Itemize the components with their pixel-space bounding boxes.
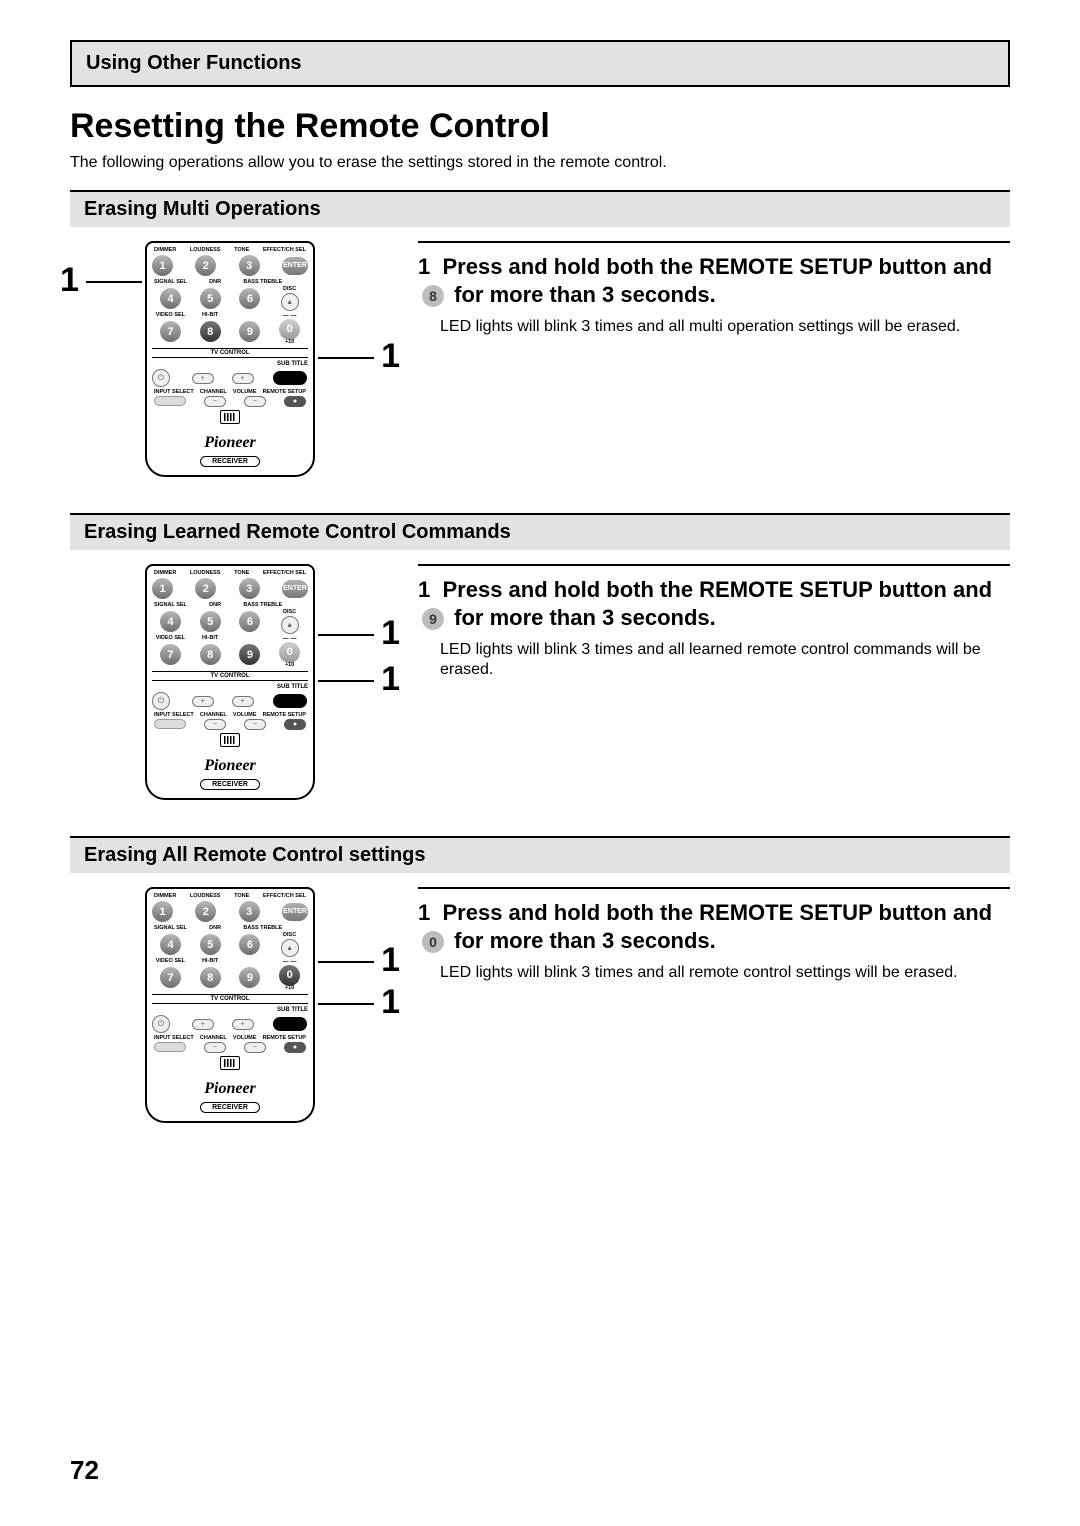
- num-0-badge-icon: 0: [422, 931, 444, 953]
- num-6-button: 6: [239, 288, 260, 309]
- remote-control-icon: DIMMER LOUDNESS TONE EFFECT/CH SEL 1 2 3…: [145, 241, 315, 477]
- remote-diagram: 1 1 DIMMER LOUDNESS TONE EFFECT/CH SEL 1…: [70, 887, 390, 1123]
- step-desc: LED lights will blink 3 times and all le…: [418, 640, 1010, 680]
- intro-text: The following operations allow you to er…: [70, 154, 1010, 172]
- num-2-button: 2: [195, 255, 216, 276]
- step-title: 1 Press and hold both the REMOTE SETUP b…: [418, 899, 1010, 955]
- disc-up-icon: ▴: [281, 293, 299, 311]
- remote-diagram: 1 1 DIMMER LOUDNESS TONE EFFECT/CH SEL 1…: [70, 241, 390, 477]
- page-title: Resetting the Remote Control: [70, 107, 1010, 146]
- num-4-button: 4: [160, 288, 181, 309]
- manual-page: Using Other Functions Resetting the Remo…: [0, 0, 1080, 1526]
- enter-button: ENTER: [282, 257, 308, 275]
- num-9-button: 9: [239, 644, 260, 665]
- brand-logo: Pioneer: [152, 434, 308, 452]
- remote-control-icon: DIMMER LOUDNESS TONE EFFECT/CH SEL 1 2 3…: [145, 887, 315, 1123]
- tv-control-label: TV CONTROL: [152, 348, 308, 358]
- section-erase-multi: Erasing Multi Operations 1 1 DIMMER LOUD…: [70, 190, 1010, 477]
- num-8-button: 8: [200, 321, 221, 342]
- num-0-button: 0: [279, 965, 300, 986]
- chapter-header: Using Other Functions: [70, 40, 1010, 87]
- remote-control-icon: DIMMER LOUDNESS TONE EFFECT/CH SEL 1 2 3…: [145, 564, 315, 800]
- num-0-button: 0: [279, 319, 300, 340]
- callout-right-top: 1: [381, 616, 400, 650]
- callout-right-bot: 1: [381, 662, 400, 696]
- step-title: 1 Press and hold both the REMOTE SETUP b…: [418, 253, 1010, 309]
- remote-setup-button: [273, 371, 307, 385]
- step-title: 1 Press and hold both the REMOTE SETUP b…: [418, 576, 1010, 632]
- step-text: 1 Press and hold both the REMOTE SETUP b…: [418, 564, 1010, 680]
- ch-up-icon: +: [192, 373, 214, 384]
- num-9-badge-icon: 9: [422, 608, 444, 630]
- section-heading-bar: Erasing Multi Operations: [70, 190, 1010, 227]
- remote-setup-button: [273, 694, 307, 708]
- callout-left: 1: [60, 263, 79, 297]
- num-5-button: 5: [200, 288, 221, 309]
- section-heading-bar: Erasing Learned Remote Control Commands: [70, 513, 1010, 550]
- chapter-title: Using Other Functions: [86, 52, 994, 75]
- num-7-button: 7: [160, 321, 181, 342]
- callout-right-top: 1: [381, 943, 400, 977]
- section-heading: Erasing Learned Remote Control Commands: [84, 521, 996, 544]
- remote-diagram: 1 1 DIMMER LOUDNESS TONE EFFECT/CH SEL 1…: [70, 564, 390, 800]
- power-icon: ⏻: [152, 369, 170, 387]
- section-erase-learned: Erasing Learned Remote Control Commands …: [70, 513, 1010, 800]
- section-erase-all: Erasing All Remote Control settings 1 1 …: [70, 836, 1010, 1123]
- section-heading: Erasing Multi Operations: [84, 198, 996, 221]
- callout-right: 1: [381, 339, 400, 373]
- step-desc: LED lights will blink 3 times and all mu…: [418, 317, 1010, 337]
- vol-up-icon: +: [232, 373, 254, 384]
- receiver-badge: RECEIVER: [200, 456, 260, 467]
- section-heading: Erasing All Remote Control settings: [84, 844, 996, 867]
- display-icon: [220, 410, 240, 424]
- step-text: 1 Press and hold both the REMOTE SETUP b…: [418, 241, 1010, 337]
- remote-setup-button: [273, 1017, 307, 1031]
- callout-right-bot: 1: [381, 985, 400, 1019]
- step-text: 1 Press and hold both the REMOTE SETUP b…: [418, 887, 1010, 983]
- num-8-badge-icon: 8: [422, 285, 444, 307]
- num-3-button: 3: [239, 255, 260, 276]
- num-1-button: 1: [152, 255, 173, 276]
- step-desc: LED lights will blink 3 times and all re…: [418, 963, 1010, 983]
- section-heading-bar: Erasing All Remote Control settings: [70, 836, 1010, 873]
- page-number: 72: [70, 1455, 99, 1486]
- num-9-button: 9: [239, 321, 260, 342]
- led-icon: ●: [284, 396, 306, 407]
